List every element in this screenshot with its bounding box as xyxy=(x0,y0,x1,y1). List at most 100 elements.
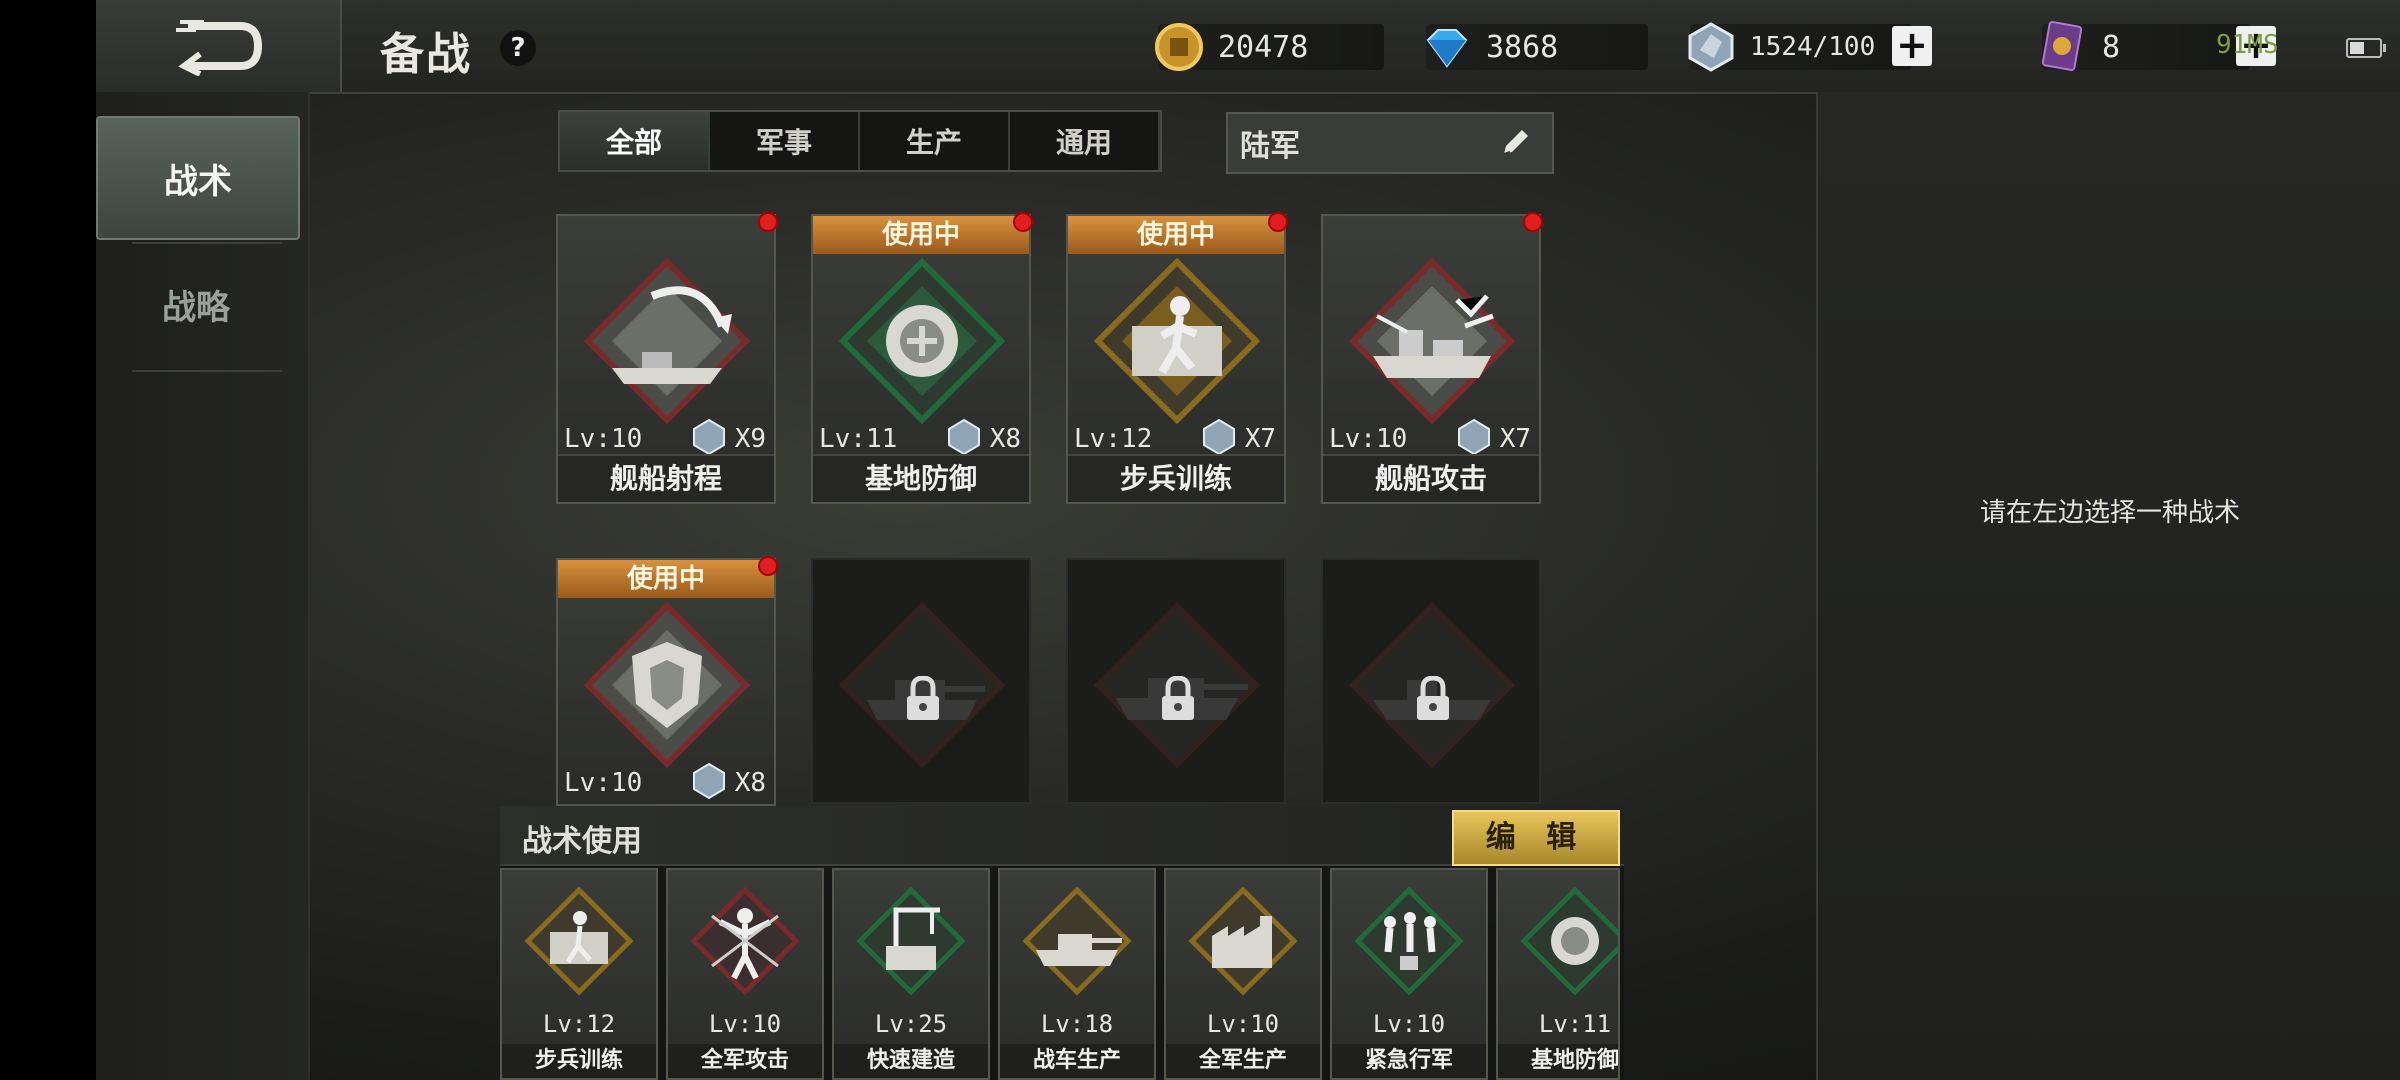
tactic-level: Lv:12 xyxy=(1074,424,1153,454)
lock-icon xyxy=(1417,676,1449,720)
tactic-level: Lv:10 xyxy=(1206,1010,1280,1038)
locked-tactic-card[interactable] xyxy=(1066,558,1286,804)
locked-tactic-card[interactable] xyxy=(811,558,1031,804)
march-icon xyxy=(1354,886,1464,996)
tactic-level: Lv:10 xyxy=(1372,1010,1446,1038)
crystal-icon xyxy=(1688,22,1734,72)
crystal-icon xyxy=(693,762,725,800)
top-bar: 备战 ? 20478 3868 1524/100 + 8 + 91MS xyxy=(96,0,2400,94)
lock-icon xyxy=(1162,676,1194,720)
base-defense-icon xyxy=(838,257,1006,425)
tactic-name: 战车生产 xyxy=(1000,1044,1154,1078)
usage-header: 战术使用 编 辑 xyxy=(500,806,1624,866)
ping-indicator: 91MS xyxy=(2216,30,2279,60)
tactic-name: 快速建造 xyxy=(834,1044,988,1078)
fast-build-icon xyxy=(856,886,966,996)
tactic-level: Lv:25 xyxy=(874,1010,948,1038)
tactic-name: 基地防御 xyxy=(1498,1044,1618,1078)
tactic-name: 步兵训练 xyxy=(1068,454,1284,502)
add-crystal-button[interactable]: + xyxy=(1892,26,1932,66)
nav-tactics[interactable]: 战术 xyxy=(96,116,300,240)
filter-tabs: 全部 军事 生产 通用 xyxy=(558,110,1162,172)
tactic-name: 步兵训练 xyxy=(502,1044,656,1078)
page-title: 备战 xyxy=(380,29,472,80)
infantry-training-icon xyxy=(1093,257,1261,425)
tactic-name: 紧急行军 xyxy=(1332,1044,1486,1078)
diamond-icon xyxy=(1426,29,1468,68)
crystal-icon xyxy=(693,418,725,456)
infantry-training-icon xyxy=(524,886,634,996)
side-nav: 战术 战略 xyxy=(96,92,310,1080)
tactic-card[interactable]: 使用中 Lv:11 X8 基地防御 xyxy=(811,212,1033,504)
tactic-card[interactable]: Lv:10 X7 舰船攻击 xyxy=(1321,212,1543,504)
equipped-tactic[interactable]: Lv:10 全军攻击 xyxy=(666,868,824,1080)
tab-production[interactable]: 生产 xyxy=(860,112,1010,170)
battery-icon xyxy=(2346,38,2386,58)
help-icon[interactable]: ? xyxy=(500,30,536,66)
factory-icon xyxy=(1188,886,1298,996)
back-button[interactable] xyxy=(96,0,342,92)
back-arrow-icon xyxy=(176,20,263,76)
app-root: 备战 ? 20478 3868 1524/100 + 8 + 91MS 战术 战… xyxy=(96,0,2400,1080)
crystal-icon xyxy=(1458,418,1490,456)
tactic-level: Lv:11 xyxy=(1538,1010,1612,1038)
equipped-tactic[interactable]: Lv:10 全军生产 xyxy=(1164,868,1322,1080)
tab-general[interactable]: 通用 xyxy=(1010,112,1160,170)
select-tactic-hint: 请在左边选择一种战术 xyxy=(1979,498,2240,528)
equipped-tactic[interactable]: Lv:10 紧急行军 xyxy=(1330,868,1488,1080)
shield-icon xyxy=(583,601,751,769)
tactic-name: 全军攻击 xyxy=(668,1044,822,1078)
tactic-name: 全军生产 xyxy=(1166,1044,1320,1078)
army-label: 陆军 xyxy=(1240,129,1300,164)
new-badge xyxy=(758,556,778,576)
nav-divider xyxy=(132,370,282,372)
detail-panel: 请在左边选择一种战术 xyxy=(1816,92,2400,1080)
base-defense-icon xyxy=(1520,886,1618,996)
equipped-tactic[interactable]: Lv:18 战车生产 xyxy=(998,868,1156,1080)
tactic-level: Lv:18 xyxy=(1040,1010,1114,1038)
tactic-count: X7 xyxy=(1499,424,1531,454)
tactic-level: Lv:10 xyxy=(708,1010,782,1038)
new-badge xyxy=(758,212,778,232)
in-use-badge: 使用中 xyxy=(1068,216,1284,254)
lock-icon xyxy=(907,676,939,720)
tactic-name: 舰船攻击 xyxy=(1323,454,1539,502)
nav-strategy[interactable]: 战略 xyxy=(96,244,296,364)
tactic-level: Lv:11 xyxy=(819,424,898,454)
in-use-badge: 使用中 xyxy=(813,216,1029,254)
equipped-tactic[interactable]: Lv:25 快速建造 xyxy=(832,868,990,1080)
in-use-badge: 使用中 xyxy=(558,560,774,598)
tactic-card[interactable]: 使用中 Lv:10 X8 xyxy=(556,556,778,806)
ship-attack-icon xyxy=(1348,257,1516,425)
edit-button[interactable]: 编 辑 xyxy=(1452,810,1620,866)
all-army-attack-icon xyxy=(690,886,800,996)
tab-all[interactable]: 全部 xyxy=(560,112,710,170)
gold-coin-icon xyxy=(1155,23,1203,71)
tactic-level: Lv:10 xyxy=(564,424,643,454)
tactic-name: 舰船射程 xyxy=(558,454,774,502)
tactic-count: X7 xyxy=(1244,424,1276,454)
army-selector[interactable]: 陆军 xyxy=(1226,112,1554,174)
usage-title: 战术使用 xyxy=(522,824,642,859)
tactic-level: Lv:10 xyxy=(564,768,643,798)
tank-production-icon xyxy=(1022,886,1132,996)
crystal-icon xyxy=(1203,418,1235,456)
ship-range-icon xyxy=(583,257,751,425)
crystal-counter: 1524/100 xyxy=(1688,22,1912,72)
new-badge xyxy=(1013,212,1033,232)
tab-military[interactable]: 军事 xyxy=(710,112,860,170)
tactic-name: 基地防御 xyxy=(813,454,1029,502)
equipped-tactic[interactable]: Lv:12 步兵训练 xyxy=(500,868,658,1080)
diamond-counter: 3868 xyxy=(1426,24,1648,70)
tactic-card[interactable]: Lv:10 X9 舰船射程 xyxy=(556,212,778,504)
tactic-card-icon xyxy=(2041,21,2083,71)
equipped-tactic[interactable]: Lv:11 基地防御 xyxy=(1496,868,1620,1080)
locked-tactic-card[interactable] xyxy=(1321,558,1541,804)
tactic-card[interactable]: 使用中 Lv:12 X7 步兵训练 xyxy=(1066,212,1288,504)
tactic-count: X8 xyxy=(734,768,766,798)
tactic-usage-panel: 战术使用 编 辑 Lv:12 步兵训练 Lv:10 全军攻击 Lv:25 快速建… xyxy=(500,806,1624,1080)
pencil-icon[interactable] xyxy=(1498,126,1532,160)
tactic-level: Lv:10 xyxy=(1329,424,1408,454)
new-badge xyxy=(1523,212,1543,232)
tactic-count: X9 xyxy=(734,424,766,454)
